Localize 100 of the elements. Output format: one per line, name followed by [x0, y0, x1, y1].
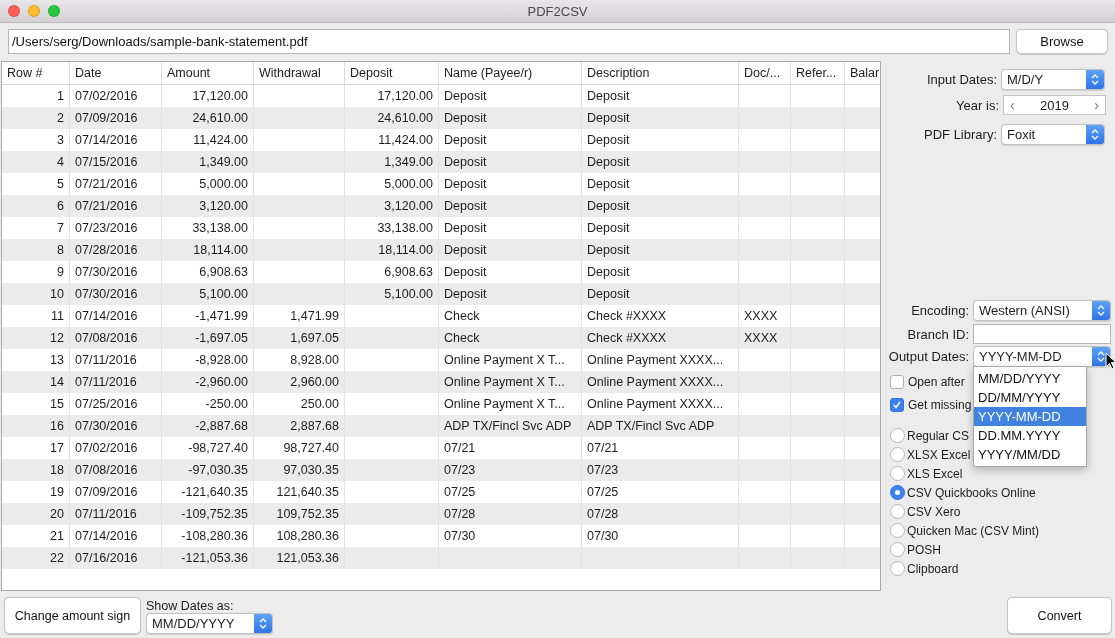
table-cell: Deposit	[444, 243, 487, 257]
mouse-cursor-icon	[1105, 352, 1115, 370]
table-cell: Online Payment X T...	[444, 375, 565, 389]
year-stepper[interactable]: ‹ 2019 ›	[1003, 95, 1106, 115]
radio-button[interactable]	[890, 447, 905, 462]
table-cell: Deposit	[587, 155, 630, 169]
table-cell: 11,424.00	[193, 133, 248, 147]
previous-year-button[interactable]: ‹	[1010, 97, 1015, 113]
table-cell: 3,120.00	[384, 199, 433, 213]
table-cell: 07/21	[444, 441, 476, 455]
dropdown-option[interactable]: YYYY/MM/DD	[974, 445, 1086, 464]
column-header[interactable]: Description	[581, 62, 738, 84]
table-cell: 33,138.00	[377, 221, 433, 235]
table-cell: Online Payment X T...	[444, 397, 565, 411]
table-cell: 5,000.00	[384, 177, 433, 191]
year-value: 2019	[1040, 97, 1069, 113]
table-cell: 16	[50, 419, 64, 433]
dropdown-option[interactable]: DD.MM.YYYY	[974, 426, 1086, 445]
checkbox-label: Open after	[908, 375, 965, 389]
table-cell: 250.00	[300, 397, 339, 411]
table-cell: 07/30/2016	[75, 287, 138, 301]
radio-button[interactable]	[890, 542, 905, 557]
table-cell: 07/28	[587, 507, 619, 521]
table-cell: Deposit	[444, 221, 487, 235]
table-cell: 15	[50, 397, 64, 411]
table-cell: 2,887.68	[290, 419, 339, 433]
next-year-button[interactable]: ›	[1094, 97, 1099, 113]
radio-label: POSH	[907, 542, 941, 557]
zoom-button[interactable]	[48, 5, 60, 17]
table-cell: 14	[50, 375, 64, 389]
radio-button[interactable]	[890, 504, 905, 519]
table-cell: Check	[444, 331, 480, 345]
show-dates-select[interactable]: MM/DD/YYYY	[146, 613, 273, 634]
column-header[interactable]: Date	[69, 62, 161, 84]
pdf-library-select[interactable]: Foxit	[1001, 124, 1105, 145]
checkbox-label: Get missing	[908, 398, 972, 412]
column-header[interactable]: Withdrawal	[253, 62, 344, 84]
table-cell: 8	[57, 243, 64, 257]
column-header[interactable]: Doc/...	[738, 62, 790, 84]
table-cell: 17	[50, 441, 64, 455]
table-cell: Online Payment XXXX...	[587, 397, 724, 411]
column-header[interactable]: Amount	[161, 62, 253, 84]
table-cell: 07/08/2016	[75, 463, 138, 477]
table-cell: Deposit	[587, 221, 630, 235]
table-cell: 07/23/2016	[75, 221, 138, 235]
branch-id-field[interactable]	[973, 324, 1111, 344]
table-cell: 07/28	[444, 507, 476, 521]
table-cell: Deposit	[587, 177, 630, 191]
checkbox[interactable]	[890, 398, 904, 412]
column-header[interactable]: Name (Payee/r)	[438, 62, 581, 84]
table-cell: 6,908.63	[384, 265, 433, 279]
table-cell: -121,640.35	[181, 485, 248, 499]
checkbox[interactable]	[890, 375, 904, 389]
encoding-label: Encoding:	[910, 303, 970, 318]
table-cell: 98,727.40	[283, 441, 339, 455]
table-cell: 9	[57, 265, 64, 279]
column-header[interactable]: Row #	[2, 62, 69, 84]
table-cell: Deposit	[587, 111, 630, 125]
table-cell: 4	[57, 155, 64, 169]
year-label: Year is:	[955, 97, 1000, 113]
radio-button[interactable]	[890, 523, 905, 538]
table-cell: 1	[57, 89, 64, 103]
table-cell: 20	[50, 507, 64, 521]
input-dates-label: Input Dates:	[925, 72, 998, 87]
branch-id-label: Branch ID:	[906, 326, 970, 342]
change-amount-sign-button[interactable]: Change amount sign	[4, 597, 141, 634]
minimize-button[interactable]	[28, 5, 40, 17]
radio-button[interactable]	[890, 485, 905, 500]
dropdown-option[interactable]: MM/DD/YYYY	[974, 369, 1086, 388]
radio-button[interactable]	[890, 561, 905, 576]
dropdown-option[interactable]: DD/MM/YYYY	[974, 388, 1086, 407]
radio-label: CSV Xero	[907, 504, 961, 519]
caret-updown-icon	[259, 618, 267, 629]
window-title: PDF2CSV	[527, 3, 588, 19]
table-cell: 3	[57, 133, 64, 147]
radio-label: XLSX Excel	[907, 447, 971, 462]
close-button[interactable]	[8, 5, 20, 17]
browse-button[interactable]: Browse	[1016, 29, 1108, 54]
caret-updown-icon	[1091, 129, 1099, 140]
radio-label: CSV Quickbooks Online	[907, 485, 1036, 500]
encoding-select[interactable]: Western (ANSI)	[973, 300, 1111, 321]
table-cell: -1,471.99	[195, 309, 248, 323]
column-header[interactable]: Balar	[844, 62, 880, 84]
convert-button[interactable]: Convert	[1007, 597, 1112, 634]
file-path-field[interactable]: /Users/serg/Downloads/sample-bank-statement.pdf	[8, 29, 1010, 54]
column-header[interactable]: Refer...	[790, 62, 844, 84]
dropdown-option[interactable]: YYYY-MM-DD	[974, 407, 1086, 426]
output-dates-select[interactable]: YYYY-MM-DD	[973, 346, 1111, 367]
table-cell: Deposit	[587, 89, 630, 103]
table-cell: Deposit	[444, 287, 487, 301]
table-cell: 18,114.00	[378, 243, 433, 257]
table-cell: 07/23	[444, 463, 476, 477]
column-header[interactable]: Deposit	[344, 62, 438, 84]
table-cell: Deposit	[444, 199, 487, 213]
radio-button[interactable]	[890, 466, 905, 481]
radio-button[interactable]	[890, 428, 905, 443]
input-dates-select[interactable]: M/D/Y	[1001, 69, 1105, 90]
table-cell: 18	[50, 463, 64, 477]
table-cell: 07/21/2016	[75, 177, 138, 191]
table-cell: 5,100.00	[384, 287, 433, 301]
